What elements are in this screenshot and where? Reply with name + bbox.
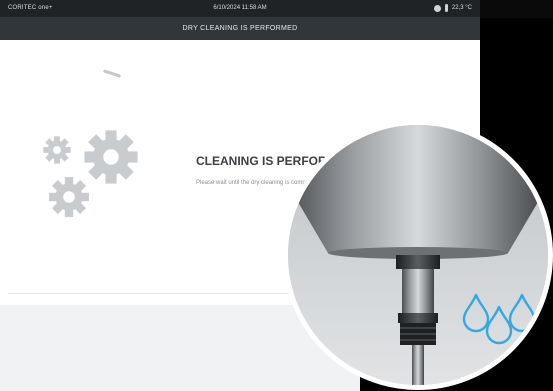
nozzle-magnifier: [283, 120, 553, 390]
thermometer-icon: [444, 4, 448, 12]
status-datetime: 6/10/2024 11:58 AM: [213, 5, 267, 11]
decorative-dash: [102, 69, 122, 78]
temperature-readout: 22,3 °C: [451, 5, 472, 11]
page-title: DRY CLEANING IS PERFORMED: [182, 25, 298, 32]
gears-icon: [43, 130, 138, 217]
status-indicators: 22,3 °C: [433, 4, 472, 12]
status-bar: CORITEC one+ 6/10/2024 11:58 AM 22,3 °C: [0, 0, 480, 17]
status-indicator-icon: [433, 4, 441, 12]
title-bar: DRY CLEANING IS PERFORMED: [0, 17, 480, 40]
nozzle-illustration: [288, 125, 548, 385]
